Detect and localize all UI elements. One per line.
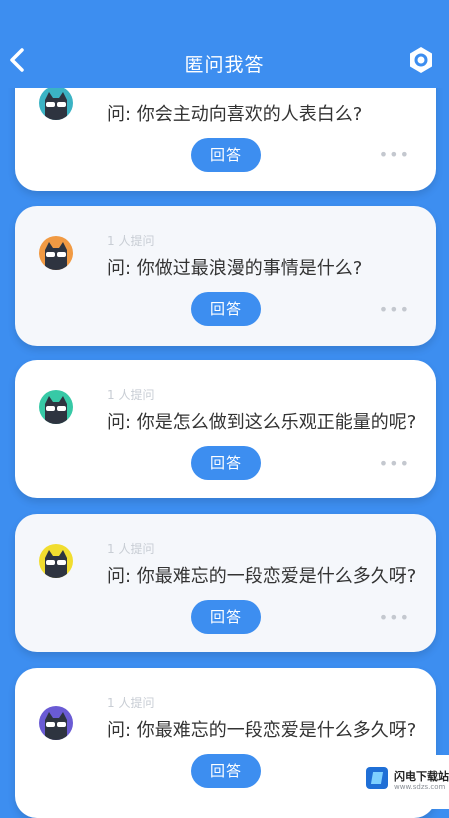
- question-card[interactable]: 1 人提问 问: 你是怎么做到这么乐观正能量的呢? 回答 •••: [15, 360, 436, 498]
- avatar: [39, 236, 73, 270]
- settings-button[interactable]: [407, 46, 435, 74]
- question-text: 问: 你最难忘的一段恋爱是什么多久呀?: [107, 720, 417, 741]
- more-options-icon[interactable]: •••: [379, 145, 410, 164]
- cat-avatar-icon: [39, 236, 73, 270]
- cat-avatar-icon: [39, 390, 73, 424]
- hexagon-settings-icon: [410, 47, 432, 73]
- question-card[interactable]: 1 人提问 问: 你做过最浪漫的事情是什么? 回答 •••: [15, 206, 436, 346]
- question-text: 问: 你做过最浪漫的事情是什么?: [107, 258, 363, 279]
- asker-count: 1 人提问: [107, 388, 155, 402]
- cat-avatar-icon: [39, 86, 73, 120]
- answer-button[interactable]: 回答: [191, 446, 261, 480]
- cat-avatar-icon: [39, 706, 73, 740]
- asker-count: 1 人提问: [107, 696, 155, 710]
- answer-button[interactable]: 回答: [191, 754, 261, 788]
- more-options-icon[interactable]: •••: [379, 300, 410, 319]
- page-title: 匿问我答: [184, 54, 265, 76]
- more-options-icon[interactable]: •••: [379, 608, 410, 627]
- asker-count: 1 人提问: [107, 234, 155, 248]
- more-options-icon[interactable]: •••: [379, 454, 410, 473]
- answer-button[interactable]: 回答: [191, 600, 261, 634]
- top-bar: 匿问我答: [0, 0, 449, 88]
- site-watermark: 闪电下载站 www.sdzs.com: [358, 755, 449, 809]
- avatar: [39, 706, 73, 740]
- watermark-title: 闪电下载站: [394, 770, 449, 783]
- avatar: [39, 544, 73, 578]
- answer-button[interactable]: 回答: [191, 138, 261, 172]
- question-card[interactable]: 1 人提问 问: 你最难忘的一段恋爱是什么多久呀? 回答 •••: [15, 514, 436, 652]
- question-text: 问: 你是怎么做到这么乐观正能量的呢?: [107, 412, 417, 433]
- lightning-logo-icon: [366, 767, 388, 789]
- avatar: [39, 86, 73, 120]
- asker-count: 1 人提问: [107, 542, 155, 556]
- cat-avatar-icon: [39, 544, 73, 578]
- avatar: [39, 390, 73, 424]
- question-text: 问: 你最难忘的一段恋爱是什么多久呀?: [107, 566, 417, 587]
- watermark-subtitle: www.sdzs.com: [394, 783, 446, 791]
- answer-button[interactable]: 回答: [191, 292, 261, 326]
- question-list: 问: 你会主动向喜欢的人表白么? 回答 ••• 1 人提问 问: 你做过最浪漫的…: [0, 0, 449, 818]
- question-text: 问: 你会主动向喜欢的人表白么?: [107, 104, 363, 125]
